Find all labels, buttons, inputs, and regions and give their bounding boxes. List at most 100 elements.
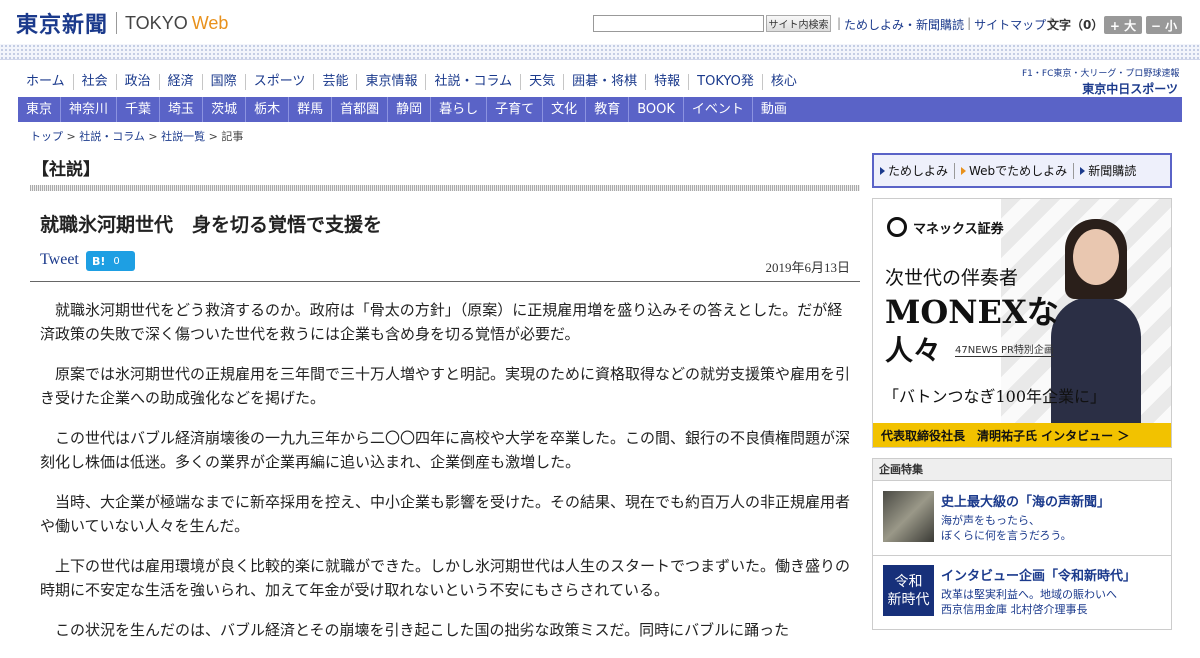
feature-desc-line: 改革は堅実利益へ。地域の賑わいへ [941,588,1117,601]
subnav-chiba[interactable]: 千葉 [116,97,159,122]
header-dot-band [0,44,1200,60]
monex-brand: マネックス証券 [913,221,1004,237]
nav-international[interactable]: 国際 [201,74,245,90]
header-links: | ためしよみ・新聞購読 | サイトマップ | [834,16,1056,33]
newspaper-subscribe-link[interactable]: 新聞購読 [1080,162,1136,179]
feature-box: 企画特集 史上最大級の「海の声新聞」 海が声をもったら、 ぼくらに何を言うだろう… [872,458,1172,630]
logo-web: Web [191,12,229,33]
article-paragraph: 就職氷河期世代をどう救済するのか。政府は「骨太の方針」（原案）に正規雇用増を盛り… [40,301,843,343]
site-logo[interactable]: 東京新聞 TOKYO Web [16,8,228,38]
hatena-count: 0 [113,255,120,267]
feature-description: 海が声をもったら、 ぼくらに何を言うだろう。 [941,513,1072,543]
article-title: 就職氷河期世代 身を切る覚悟で支援を [40,214,383,236]
feature-divider [873,555,1171,556]
nav-tokyo-info[interactable]: 東京情報 [356,74,425,90]
feature-thumbnail: 令和 新時代 [883,565,934,616]
nav-entertainment[interactable]: 芸能 [313,74,356,90]
ad-cta-bar: 代表取締役社長 清明祐子氏 インタビュー ＞ [873,423,1171,447]
nav-go-shogi[interactable]: 囲碁・将棋 [563,74,645,90]
subnav-education[interactable]: 教育 [585,97,628,122]
feature-heading: 企画特集 [873,459,1171,481]
region-nav: 東京 神奈川 千葉 埼玉 茨城 栃木 群馬 首都圏 静岡 暮らし 子育て 文化 … [18,97,1182,122]
breadcrumb-current: 記事 [221,130,244,143]
subnav-living[interactable]: 暮らし [430,97,486,122]
hatena-label: B! [92,254,106,268]
monex-logo-icon [887,217,907,237]
web-trial-read-link[interactable]: Webでためしよみ [961,162,1067,179]
hatena-bookmark-button[interactable]: B! 0 [86,251,135,271]
main-nav: ホーム 社会 政治 経済 国際 スポーツ 芸能 東京情報 社説・コラム 天気 囲… [18,72,805,92]
subscribe-box: ためしよみ Webでためしよみ 新聞購読 [872,153,1172,188]
breadcrumb: トップ > 社説・コラム > 社説一覧 > 記事 [30,130,244,143]
subnav-metropolitan[interactable]: 首都圏 [331,97,387,122]
subnav-parenting[interactable]: 子育て [486,97,542,122]
feature-desc-line: ぼくらに何を言うだろう。 [941,529,1072,542]
sep: | [837,16,842,30]
article-body: 就職氷河期世代をどう救済するのか。政府は「骨太の方針」（原案）に正規雇用増を盛り… [40,298,850,658]
breadcrumb-editorial-column[interactable]: 社説・コラム [79,130,145,143]
ad-headline-3: 人々 [885,334,942,367]
section-title: 【社説】 [32,160,100,180]
feature-item[interactable]: 史上最大級の「海の声新聞」 海が声をもったら、 ぼくらに何を言うだろう。 [883,491,1169,547]
feature-title: 史上最大級の「海の声新聞」 [941,495,1111,510]
nav-tokyo-hatsu[interactable]: TOKYO発 [688,74,762,90]
subnav-event[interactable]: イベント [682,97,752,122]
subnav-video[interactable]: 動画 [751,97,795,122]
nav-politics[interactable]: 政治 [115,74,159,90]
logo-separator [116,12,118,34]
nav-society[interactable]: 社会 [72,74,116,90]
arrow-right-icon [961,166,967,175]
ad-headline-1: 次世代の伴奏者 [885,267,1019,289]
feature-description: 改革は堅実利益へ。地域の賑わいへ 西京信用金庫 北村啓介理事長 [941,587,1117,617]
article-paragraph: この状況を生んだのは、バブル経済とその崩壊を引き起こした国の拙劣な政策ミスだ。同… [55,621,790,639]
subnav-book[interactable]: BOOK [628,97,683,122]
nav-special-report[interactable]: 特報 [645,74,688,90]
subnav-saitama[interactable]: 埼玉 [159,97,202,122]
feature-title: インタビュー企画「令和新時代」 [941,569,1137,584]
web-trial-read-label: Webでためしよみ [969,164,1068,178]
site-header: 東京新聞 TOKYO Web サイト内検索 | ためしよみ・新聞購読 | サイト… [0,0,1200,46]
breadcrumb-editorial-list[interactable]: 社説一覧 [161,130,205,143]
subnav-ibaraki[interactable]: 茨城 [202,97,245,122]
breadcrumb-top[interactable]: トップ [30,130,63,143]
newspaper-subscribe-label: 新聞購読 [1088,164,1137,178]
tweet-button[interactable]: Tweet [40,251,79,269]
subnav-gunma[interactable]: 群馬 [288,97,331,122]
nav-home[interactable]: ホーム [18,74,73,90]
feature-desc-line: 西京信用金庫 北村啓介理事長 [941,603,1088,616]
subnav-culture[interactable]: 文化 [542,97,585,122]
feature-item[interactable]: 令和 新時代 インタビュー企画「令和新時代」 改革は堅実利益へ。地域の賑わいへ … [883,565,1169,621]
nav-editorial-column[interactable]: 社説・コラム [425,74,520,90]
nav-economy[interactable]: 経済 [158,74,202,90]
chunichi-sports-banner[interactable]: F1・FC東京・大リーグ・プロ野球速報 東京中日スポーツ [1022,66,1180,97]
arrow-right-icon [880,166,885,175]
logo-tokyo: TOKYO [125,12,188,33]
sep [954,162,956,179]
chunichi-line2: 東京中日スポーツ [1082,82,1178,96]
subnav-tochigi[interactable]: 栃木 [245,97,288,122]
ad-quote: 「バトンつなぎ100年企業に」 [883,387,1107,406]
nav-weather[interactable]: 天気 [520,74,563,90]
subnav-shizuoka[interactable]: 静岡 [387,97,430,122]
nav-core[interactable]: 核心 [761,74,805,90]
article-paragraph: 上下の世代は雇用環境が良く比較的楽に就職ができた。しかし氷河期世代は人生のスター… [40,557,851,599]
link-sitemap[interactable]: サイトマップ [974,16,1046,33]
ad-headline-2: MONEXな [885,293,1059,331]
article-divider [30,281,860,282]
trial-read-link[interactable]: ためしよみ [880,162,948,179]
fontsize-label: 文字（0） [1047,18,1104,32]
site-search-button[interactable]: サイト内検索 [766,15,831,32]
sep: | [967,16,972,30]
fontsize-increase-button[interactable]: + 大 [1104,16,1142,34]
chunichi-line1: F1・FC東京・大リーグ・プロ野球速報 [1022,69,1180,79]
subnav-tokyo[interactable]: 東京 [18,97,60,122]
nav-sports[interactable]: スポーツ [244,74,314,90]
fontsize-decrease-button[interactable]: − 小 [1146,16,1182,34]
sep [1073,162,1075,179]
link-trial-subscribe[interactable]: ためしよみ・新聞購読 [844,16,964,33]
subnav-kanagawa[interactable]: 神奈川 [60,97,116,122]
section-divider [30,185,860,191]
monex-advertisement[interactable]: マネックス証券 次世代の伴奏者 MONEXな 人々 47NEWS PR特別企画 … [872,198,1172,448]
article-paragraph: 当時、大企業が極端なまでに新卒採用を控え、中小企業も影響を受けた。その結果、現在… [40,493,851,535]
site-search-input[interactable] [593,15,764,32]
